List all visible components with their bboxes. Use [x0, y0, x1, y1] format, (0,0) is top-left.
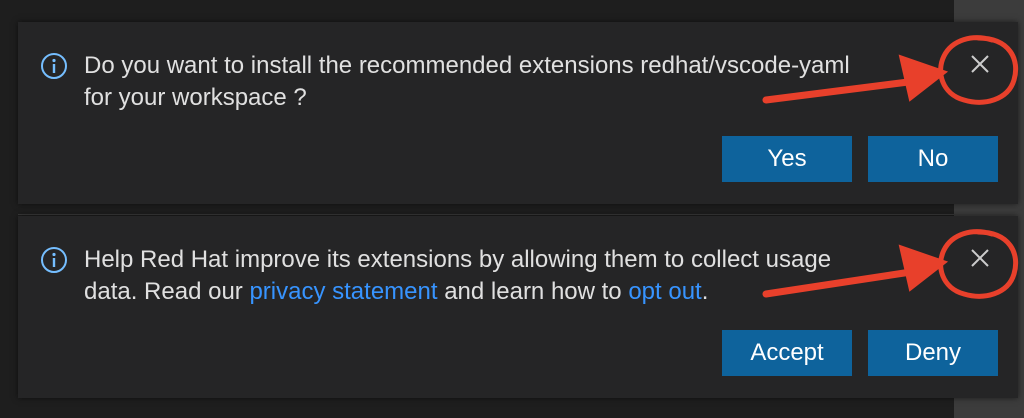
message-text: and learn how to [437, 278, 629, 305]
notification-toast-extensions: Do you want to install the recommended e… [18, 22, 1018, 204]
message-text: . [701, 278, 709, 305]
privacy-statement-link[interactable]: privacy statement [249, 278, 437, 305]
notification-message: Help Red Hat improve its extensions by a… [84, 244, 884, 316]
info-icon [40, 246, 68, 274]
accept-button[interactable]: Accept [722, 330, 852, 376]
close-icon[interactable] [966, 50, 994, 78]
deny-button[interactable]: Deny [868, 330, 998, 376]
editor-area: Do you want to install the recommended e… [0, 0, 1024, 418]
notification-divider [18, 214, 1018, 215]
close-icon[interactable] [966, 244, 994, 272]
notification-message: Do you want to install the recommended e… [84, 52, 850, 111]
notification-toast-telemetry: Help Red Hat improve its extensions by a… [18, 216, 1018, 398]
info-icon [40, 52, 68, 80]
no-button[interactable]: No [868, 136, 998, 182]
opt-out-link[interactable]: opt out [628, 278, 701, 305]
yes-button[interactable]: Yes [722, 136, 852, 182]
